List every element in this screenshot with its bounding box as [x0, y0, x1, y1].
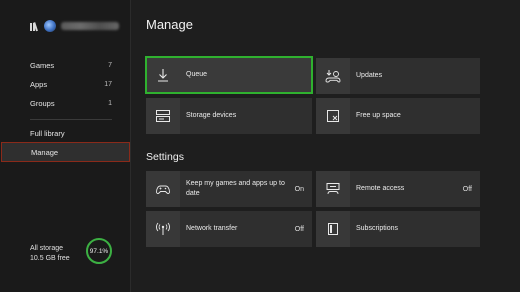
tile-label: Storage devices [186, 112, 237, 119]
setting-label: Network transfer [186, 225, 238, 232]
remote-access-setting[interactable]: Remote access Off [316, 171, 480, 207]
sidebar-item-label: Groups [30, 98, 55, 108]
storage-label: All storage [30, 245, 64, 252]
sidebar-item-manage[interactable]: Manage [1, 142, 130, 162]
sidebar-item-full-library[interactable]: Full library [0, 124, 131, 142]
storage-usage-ring: 97.1% [86, 238, 112, 264]
library-icon [30, 21, 39, 32]
sidebar-divider [30, 119, 112, 120]
sidebar-item-count: 1 [108, 99, 112, 107]
subscriptions-setting[interactable]: Subscriptions [316, 211, 480, 247]
setting-value: Off [462, 185, 472, 193]
settings-heading: Settings [146, 151, 184, 163]
sidebar-item-count: 17 [104, 80, 112, 88]
gamertag-blurred [61, 22, 119, 30]
free-up-space-tile[interactable]: Free up space [316, 98, 480, 134]
storage-free: 10.5 GB free [30, 255, 70, 262]
controller-icon [146, 171, 180, 207]
setting-label: Subscriptions [356, 225, 399, 232]
wireless-icon [146, 211, 180, 247]
hard-drive-icon [146, 98, 180, 134]
network-transfer-setting[interactable]: Network transfer Off [146, 211, 312, 247]
sidebar-item-apps[interactable]: Apps 17 [0, 75, 131, 93]
storage-devices-tile[interactable]: Storage devices [146, 98, 312, 134]
subscription-icon [316, 211, 350, 247]
updates-tile[interactable]: Updates [316, 58, 480, 94]
storage-percent: 97.1% [89, 247, 109, 255]
sidebar-item-label: Full library [30, 128, 65, 138]
queue-tile[interactable]: Queue [145, 56, 313, 94]
sidebar-item-label: Apps [30, 79, 48, 89]
setting-value: Off [294, 225, 304, 233]
storage-summary: All storage 10.5 GB free [30, 244, 70, 264]
auto-update-setting[interactable]: Keep my games and apps up to date On [146, 171, 312, 207]
avatar[interactable] [44, 20, 56, 32]
tile-label: Updates [356, 72, 383, 79]
tile-label: Free up space [356, 112, 401, 119]
sidebar-item-count: 7 [108, 61, 112, 69]
setting-value: On [294, 185, 304, 193]
sidebar-item-label: Manage [31, 147, 59, 157]
setting-label: Keep my games and apps up to date [186, 180, 285, 197]
clear-space-icon [316, 98, 350, 134]
tile-label: Queue [186, 71, 208, 78]
sidebar-item-groups[interactable]: Groups 1 [0, 94, 131, 112]
profile-header[interactable] [30, 20, 119, 32]
update-controller-icon [316, 58, 350, 94]
download-icon [146, 57, 180, 93]
setting-label: Remote access [356, 185, 405, 192]
sidebar: Games 7 Apps 17 Groups 1 Full library Ma… [0, 0, 131, 292]
sidebar-item-games[interactable]: Games 7 [0, 56, 131, 74]
console-icon [316, 171, 350, 207]
sidebar-item-label: Games [30, 60, 55, 70]
page-title: Manage [146, 17, 193, 32]
